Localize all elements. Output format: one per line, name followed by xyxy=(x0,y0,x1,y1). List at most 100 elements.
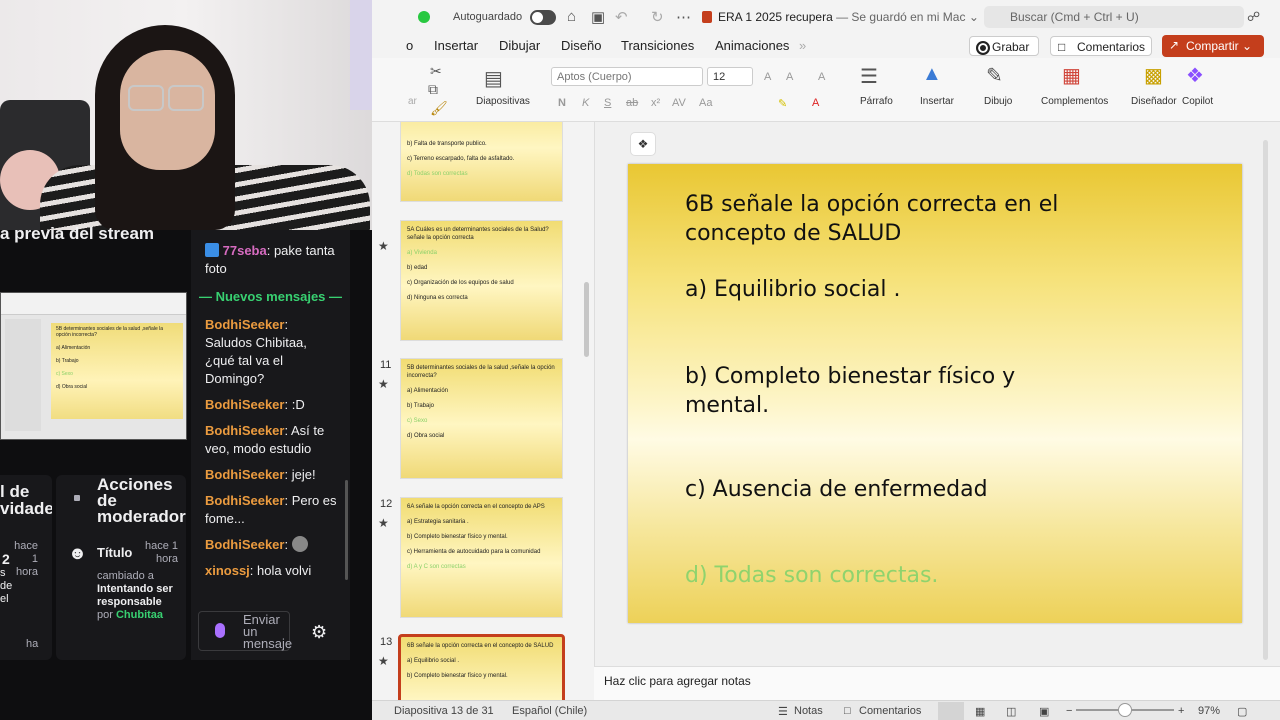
slide-option-a[interactable]: a) Equilibrio social . xyxy=(685,275,901,304)
superscript-icon[interactable]: x² xyxy=(651,97,660,109)
chat-username[interactable]: BodhiSeeker xyxy=(205,467,284,482)
undo-icon[interactable]: ↶ xyxy=(615,8,628,26)
slide-thumbnail-selected[interactable]: 6B señale la opción correcta en el conce… xyxy=(398,634,565,700)
designer-icon[interactable]: ▩ xyxy=(1144,63,1163,88)
designer-label[interactable]: Diseñador xyxy=(1131,96,1177,107)
redo-icon[interactable]: ↻ xyxy=(651,8,664,26)
chat-username[interactable]: BodhiSeeker xyxy=(205,493,284,508)
thumb-line: a) Estrategia sanitaria . xyxy=(407,519,469,525)
normal-view-icon[interactable] xyxy=(938,702,964,720)
copy-icon[interactable]: ⧉ xyxy=(428,81,438,98)
panel-drag-handle-icon[interactable] xyxy=(74,495,80,501)
thumbnails-scrollbar[interactable] xyxy=(584,282,589,357)
highlight-icon[interactable]: ✎ xyxy=(778,97,787,110)
current-slide[interactable]: 6B señale la opción correcta en el conce… xyxy=(628,164,1242,623)
drawing-label[interactable]: Dibujo xyxy=(984,96,1012,107)
slides-label[interactable]: Diapositivas xyxy=(476,96,530,107)
copilot-label[interactable]: Copilot xyxy=(1182,96,1213,107)
tab-animaciones[interactable]: Animaciones xyxy=(715,38,789,53)
slide-option-c[interactable]: c) Ausencia de enfermedad xyxy=(685,475,988,504)
comments-toggle[interactable]: Comentarios xyxy=(859,705,921,717)
chat-input[interactable]: Enviar un mensaje xyxy=(198,611,292,651)
slide-thumbnail[interactable]: 5A Cuáles es un determinantes sociales d… xyxy=(400,220,563,341)
language-indicator[interactable]: Español (Chile) xyxy=(512,705,587,717)
chat-username[interactable]: BodhiSeeker xyxy=(205,397,284,412)
draw-icon[interactable]: ✎ xyxy=(986,63,1003,88)
notes-toggle[interactable]: Notas xyxy=(794,705,823,717)
slide-title[interactable]: 6B señale la opción correcta en el conce… xyxy=(685,190,1145,248)
slide-thumbnail[interactable]: 5B determinantes sociales de la salud ,s… xyxy=(400,358,563,479)
new-slide-icon[interactable]: ▤ xyxy=(484,66,503,91)
chat-scrollbar[interactable] xyxy=(345,480,348,580)
shrink-font-icon[interactable]: A xyxy=(786,71,793,83)
share-button[interactable]: ↗ Compartir ⌄ xyxy=(1162,35,1264,57)
strikethrough-icon[interactable]: ab xyxy=(626,97,638,109)
stream-preview[interactable]: 5B determinantes sociales de la salud ,s… xyxy=(0,292,187,440)
copilot-icon[interactable]: ❖ xyxy=(1186,63,1204,88)
tab-dibujar[interactable]: Dibujar xyxy=(499,38,540,53)
tab-transiciones[interactable]: Transiciones xyxy=(621,38,694,53)
tab-diseno[interactable]: Diseño xyxy=(561,38,601,53)
autosave-toggle[interactable] xyxy=(530,10,556,25)
record-button[interactable]: Grabar xyxy=(969,36,1039,56)
mod-action-title: Título xyxy=(97,545,133,560)
char-spacing-icon[interactable]: AV xyxy=(672,97,686,109)
cut-icon[interactable]: ✂ xyxy=(430,63,442,80)
mod-action-user[interactable]: Chubitaa xyxy=(116,609,163,621)
activity-title-line: vidades xyxy=(0,499,52,518)
format-painter-icon[interactable]: 🖌 xyxy=(430,100,448,117)
slide-thumbnail[interactable]: b) Falta de transporte publico. c) Terre… xyxy=(400,122,563,202)
zoom-slider-handle[interactable] xyxy=(1118,703,1132,717)
home-icon[interactable]: ⌂ xyxy=(567,8,576,25)
change-case-icon[interactable]: Aa xyxy=(699,97,712,109)
slide-thumbnail[interactable]: 6A señale la opción correcta en el conce… xyxy=(400,497,563,618)
comments-button[interactable]: □ Comentarios xyxy=(1050,36,1152,56)
zoom-out-icon[interactable]: − xyxy=(1066,705,1072,717)
thumb-line: 6B señale la opción correcta en el conce… xyxy=(407,643,554,649)
chat-username[interactable]: xinossj xyxy=(205,563,250,578)
canvas-scrollbar[interactable] xyxy=(1263,140,1268,660)
paragraph-label[interactable]: Párrafo xyxy=(860,96,893,107)
more-icon[interactable]: ⋯ xyxy=(676,8,691,26)
tabs-overflow-icon[interactable]: » xyxy=(799,38,806,53)
document-title[interactable]: ERA 1 2025 recupera — Se guardó en mi Ma… xyxy=(718,10,979,24)
tab-insertar[interactable]: Insertar xyxy=(434,38,478,53)
share-person-icon[interactable]: ☍ xyxy=(1247,9,1260,25)
slide-option-b[interactable]: b) Completo bienestar físico y mental. xyxy=(685,362,1065,420)
slide-sorter-icon[interactable]: ▦ xyxy=(975,705,985,718)
chat-username[interactable]: 77seba xyxy=(223,243,267,258)
copilot-slide-icon[interactable]: ❖ xyxy=(630,132,656,156)
reading-view-icon[interactable]: ◫ xyxy=(1006,705,1016,718)
addins-icon[interactable]: ▦ xyxy=(1062,63,1081,88)
chat-username[interactable]: BodhiSeeker xyxy=(205,423,284,438)
new-messages-divider[interactable]: — Nuevos mensajes — xyxy=(191,288,350,306)
fit-slide-icon[interactable]: ▢ xyxy=(1237,705,1247,718)
italic-icon[interactable]: K xyxy=(582,97,589,109)
tab-file[interactable]: o xyxy=(406,38,413,53)
paragraph-icon[interactable]: ☰ xyxy=(860,64,878,89)
grow-font-icon[interactable]: A xyxy=(764,71,771,83)
window-zoom-button[interactable] xyxy=(418,11,430,23)
gear-icon[interactable]: ⚙ xyxy=(311,622,327,643)
notes-field[interactable]: Haz clic para agregar notas xyxy=(594,666,1280,700)
chat-username[interactable]: BodhiSeeker xyxy=(205,317,284,332)
insert-label[interactable]: Insertar xyxy=(920,96,954,107)
slide-option-d[interactable]: d) Todas son correctas. xyxy=(685,561,938,590)
zoom-in-icon[interactable]: + xyxy=(1178,705,1184,717)
font-size-select[interactable]: 12 xyxy=(707,67,753,86)
insert-shape-icon[interactable]: ▲ xyxy=(922,63,942,86)
underline-icon[interactable]: S xyxy=(604,97,611,109)
addins-label[interactable]: Complementos xyxy=(1041,96,1108,107)
bold-icon[interactable]: N xyxy=(558,97,566,109)
star-icon: ★ xyxy=(378,239,389,253)
search-input[interactable]: Buscar (Cmd + Ctrl + U) xyxy=(984,6,1244,28)
clear-format-icon[interactable]: A xyxy=(818,71,825,83)
microphone-icon[interactable] xyxy=(215,623,225,638)
chat-username[interactable]: BodhiSeeker xyxy=(205,537,284,552)
save-icon[interactable]: ▣ xyxy=(591,8,605,26)
zoom-level[interactable]: 97% xyxy=(1198,705,1220,717)
comments-label: Comentarios xyxy=(1077,40,1146,54)
font-color-icon[interactable]: A xyxy=(812,97,819,109)
font-name-select[interactable]: Aptos (Cuerpo) xyxy=(551,67,703,86)
slideshow-icon[interactable]: ▣ xyxy=(1039,705,1049,718)
